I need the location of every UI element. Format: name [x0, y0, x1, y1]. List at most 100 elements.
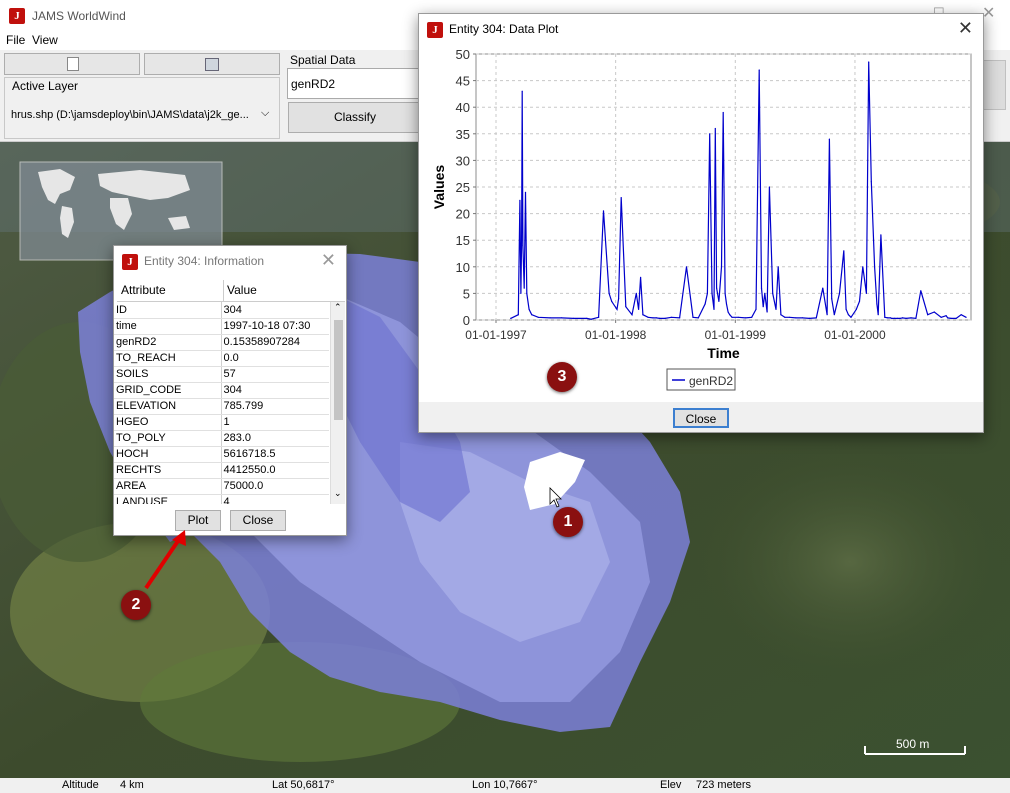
data-point — [616, 308, 618, 310]
data-point — [528, 308, 530, 310]
data-point — [524, 191, 527, 193]
app-close-icon[interactable]: ✕ — [982, 3, 995, 23]
spatial-data-label: Spatial Data — [290, 53, 356, 67]
data-point — [549, 317, 551, 319]
scroll-up-icon[interactable]: ⌃ — [334, 302, 342, 313]
data-point — [788, 316, 790, 318]
chevron-down-icon[interactable]: ⌵ — [261, 107, 269, 120]
table-row[interactable]: HGEO 1 — [114, 414, 329, 431]
menu-view[interactable]: View — [32, 33, 58, 47]
table-row[interactable]: genRD2 0.15358907284 — [114, 334, 329, 351]
data-point — [664, 317, 666, 319]
spatial-data-select[interactable]: genRD2 — [287, 68, 422, 99]
data-point — [618, 298, 620, 300]
column-value[interactable]: Value — [227, 283, 257, 297]
classify-button[interactable]: Classify — [288, 102, 422, 133]
data-point — [933, 311, 935, 313]
data-point — [947, 317, 949, 319]
toolbar-button-left[interactable] — [4, 53, 140, 75]
data-point — [865, 292, 867, 294]
elevation-value: 723 meters — [696, 779, 752, 791]
data-point — [718, 300, 720, 302]
table-row[interactable]: TO_POLY 283.0 — [114, 430, 329, 447]
attribute-cell: TO_REACH — [114, 350, 222, 367]
table-row[interactable]: RECHTS 4412550.0 — [114, 462, 329, 479]
scale-label: 500 m — [896, 737, 930, 751]
data-point — [777, 266, 779, 268]
data-point — [764, 292, 766, 294]
value-cell: 283.0 — [221, 430, 329, 447]
spatial-data-value: genRD2 — [291, 77, 336, 91]
table-row[interactable]: ID 304 — [114, 302, 329, 319]
data-point — [950, 317, 952, 319]
value-cell: 5616718.5 — [221, 446, 329, 463]
attribute-cell: genRD2 — [114, 334, 222, 351]
data-point — [625, 306, 627, 308]
latitude-value: Lat 50,6817° — [272, 779, 335, 791]
active-layer-label: Active Layer — [12, 79, 79, 93]
toolbar-side-panel — [982, 60, 1006, 110]
data-point — [517, 314, 519, 316]
active-layer-select[interactable]: hrus.shp (D:\jamsdeploy\bin\JAMS\data\j2… — [11, 109, 249, 121]
menu-file[interactable]: File — [6, 33, 25, 47]
data-point — [801, 317, 804, 319]
value-cell: 304 — [221, 382, 329, 399]
y-tick-label: 40 — [456, 100, 470, 115]
y-tick-label: 10 — [456, 260, 470, 275]
table-row[interactable]: LANDUSE 4 — [114, 494, 329, 504]
data-point — [526, 292, 528, 294]
table-row[interactable]: time 1997-10-18 07:30 — [114, 318, 329, 335]
jams-logo-icon: J — [9, 8, 25, 24]
data-point — [510, 317, 512, 319]
table-row[interactable]: ELEVATION 785.799 — [114, 398, 329, 415]
calculator-icon — [205, 58, 219, 71]
data-point — [521, 239, 523, 241]
info-close-icon[interactable]: ✕ — [321, 251, 336, 269]
data-point — [822, 287, 824, 289]
data-point — [679, 317, 681, 319]
column-attribute[interactable]: Attribute — [121, 283, 166, 297]
data-point — [915, 317, 917, 319]
data-point — [685, 266, 688, 268]
data-point — [905, 317, 907, 319]
data-point — [876, 303, 878, 305]
data-point — [729, 314, 731, 316]
table-row[interactable]: SOILS 57 — [114, 366, 329, 383]
data-point — [520, 292, 522, 294]
altitude-label: Altitude — [62, 779, 99, 791]
data-point — [744, 317, 747, 319]
data-point — [808, 317, 810, 319]
table-row[interactable]: HOCH 5616718.5 — [114, 446, 329, 463]
attribute-cell: time — [114, 318, 222, 335]
scrollbar[interactable]: ⌃ ⌄ — [330, 302, 345, 504]
data-point — [833, 314, 835, 316]
scroll-down-icon[interactable]: ⌄ — [334, 488, 342, 499]
attribute-cell: LANDUSE — [114, 494, 222, 504]
table-row[interactable]: TO_REACH 0.0 — [114, 350, 329, 367]
data-point — [586, 317, 588, 319]
data-point — [965, 316, 967, 318]
table-row[interactable]: AREA 75000.0 — [114, 478, 329, 495]
toolbar-button-right[interactable] — [144, 53, 280, 75]
plot-button-bar: Close — [419, 402, 983, 432]
y-axis-label: Values — [431, 165, 447, 210]
table-row[interactable]: GRID_CODE 304 — [114, 382, 329, 399]
info-close-button[interactable]: Close — [230, 510, 286, 531]
data-point — [891, 317, 893, 319]
attribute-cell: ID — [114, 302, 222, 319]
plot-close-button[interactable]: Close — [673, 408, 729, 428]
data-point — [880, 234, 882, 236]
data-point — [828, 138, 830, 140]
attribute-cell: HGEO — [114, 414, 222, 431]
app-title: JAMS WorldWind — [32, 9, 126, 23]
data-point — [722, 111, 724, 114]
data-point — [874, 266, 876, 268]
data-point — [523, 287, 525, 289]
plot-close-icon[interactable]: ✕ — [958, 19, 973, 37]
scrollbar-thumb[interactable] — [334, 320, 343, 420]
data-point — [868, 61, 870, 63]
data-point — [737, 316, 739, 318]
data-point — [751, 316, 753, 318]
data-point — [899, 317, 901, 319]
y-tick-label: 5 — [463, 286, 470, 301]
